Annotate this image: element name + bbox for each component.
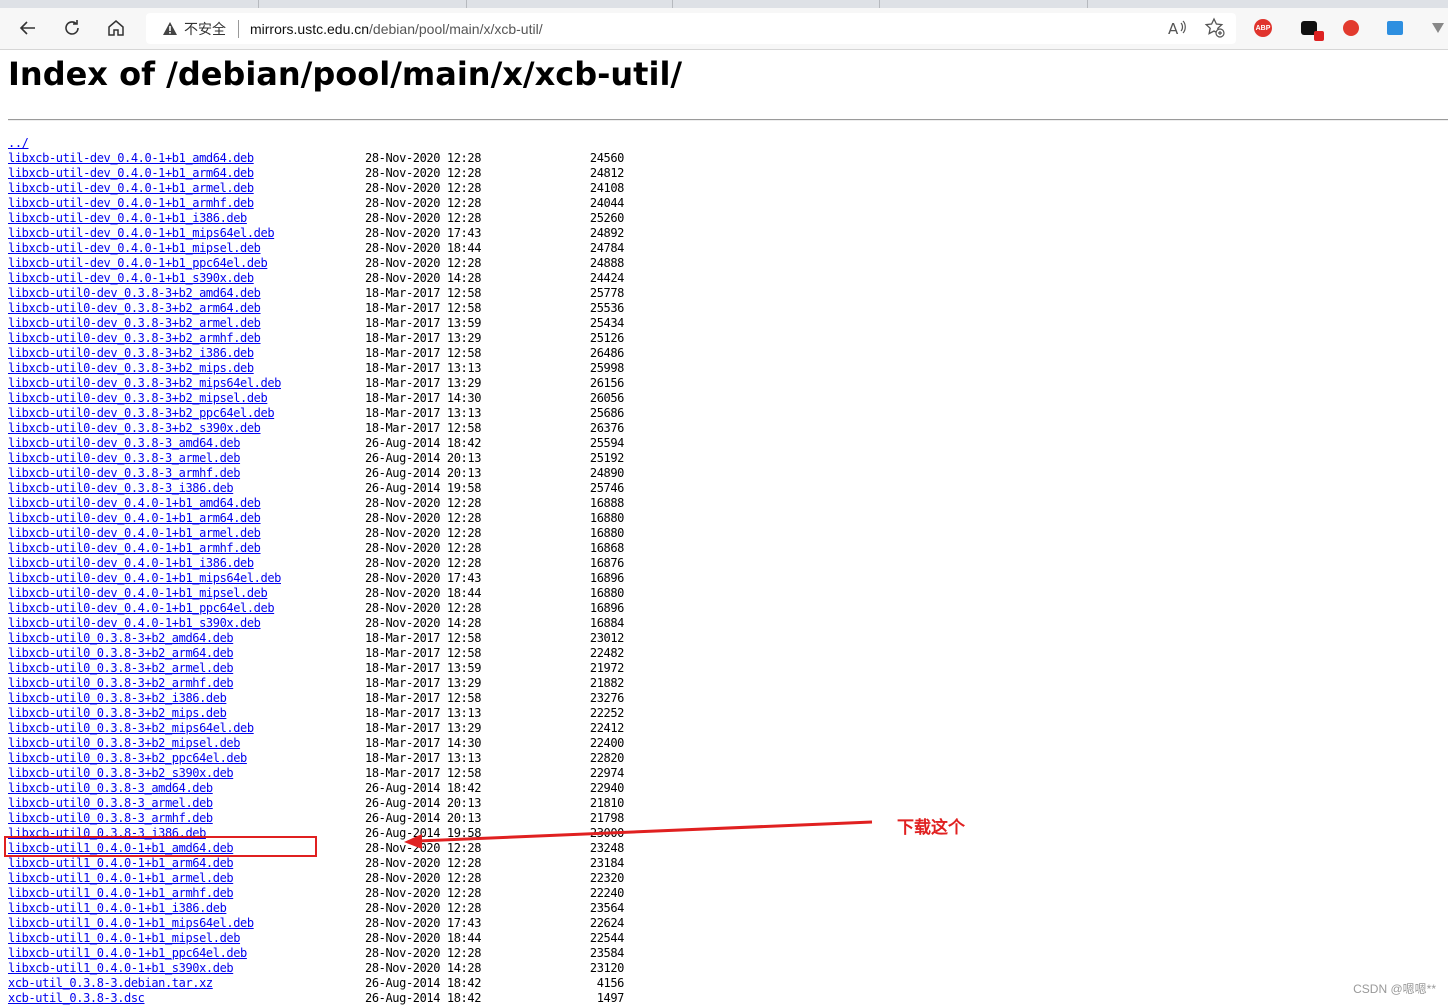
watermark: CSDN @嗯嗯** xyxy=(1353,982,1436,996)
red-arrow-annotation xyxy=(404,820,873,849)
annotation-label: 下载这个 xyxy=(897,818,965,838)
